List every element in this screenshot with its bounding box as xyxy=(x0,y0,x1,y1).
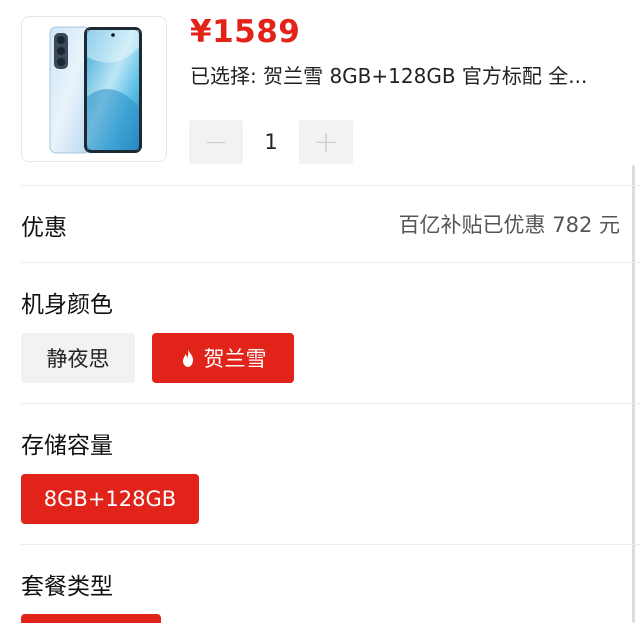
flame-icon xyxy=(182,349,193,367)
scrollbar[interactable] xyxy=(632,165,635,623)
storage-option-8gb-128gb[interactable]: 8GB+128GB xyxy=(21,474,199,524)
storage-option-label: 8GB+128GB xyxy=(43,487,177,511)
color-option-jingyesi[interactable]: 静夜思 xyxy=(21,333,135,383)
promo-label: 优惠 xyxy=(21,215,67,241)
storage-section-title: 存储容量 xyxy=(21,433,113,459)
package-option[interactable] xyxy=(21,614,161,623)
color-option-label: 静夜思 xyxy=(46,347,110,371)
color-option-label: 贺兰雪 xyxy=(203,347,267,371)
divider xyxy=(21,262,640,263)
selected-spec-text[interactable]: 已选择: 贺兰雪 8GB+128GB 官方标配 全... xyxy=(190,60,620,89)
increase-quantity-button[interactable]: + xyxy=(299,120,353,164)
product-summary: ¥1589 已选择: 贺兰雪 8GB+128GB 官方标配 全... − 1 + xyxy=(0,0,640,185)
color-option-helanxue[interactable]: 贺兰雪 xyxy=(152,333,294,383)
phone-image xyxy=(49,26,142,154)
decrease-quantity-button[interactable]: − xyxy=(189,120,243,164)
promo-row[interactable]: 优惠 百亿补贴已优惠 782 元 xyxy=(0,186,632,262)
quantity-stepper: − 1 + xyxy=(189,120,353,164)
quantity-value[interactable]: 1 xyxy=(243,130,299,154)
product-price: ¥1589 xyxy=(190,14,301,50)
promo-value: 百亿补贴已优惠 782 元 xyxy=(398,213,620,237)
product-thumbnail[interactable] xyxy=(21,16,167,162)
color-section-title: 机身颜色 xyxy=(21,292,113,318)
package-section-title: 套餐类型 xyxy=(21,574,113,600)
divider xyxy=(21,403,640,404)
divider xyxy=(21,544,640,545)
